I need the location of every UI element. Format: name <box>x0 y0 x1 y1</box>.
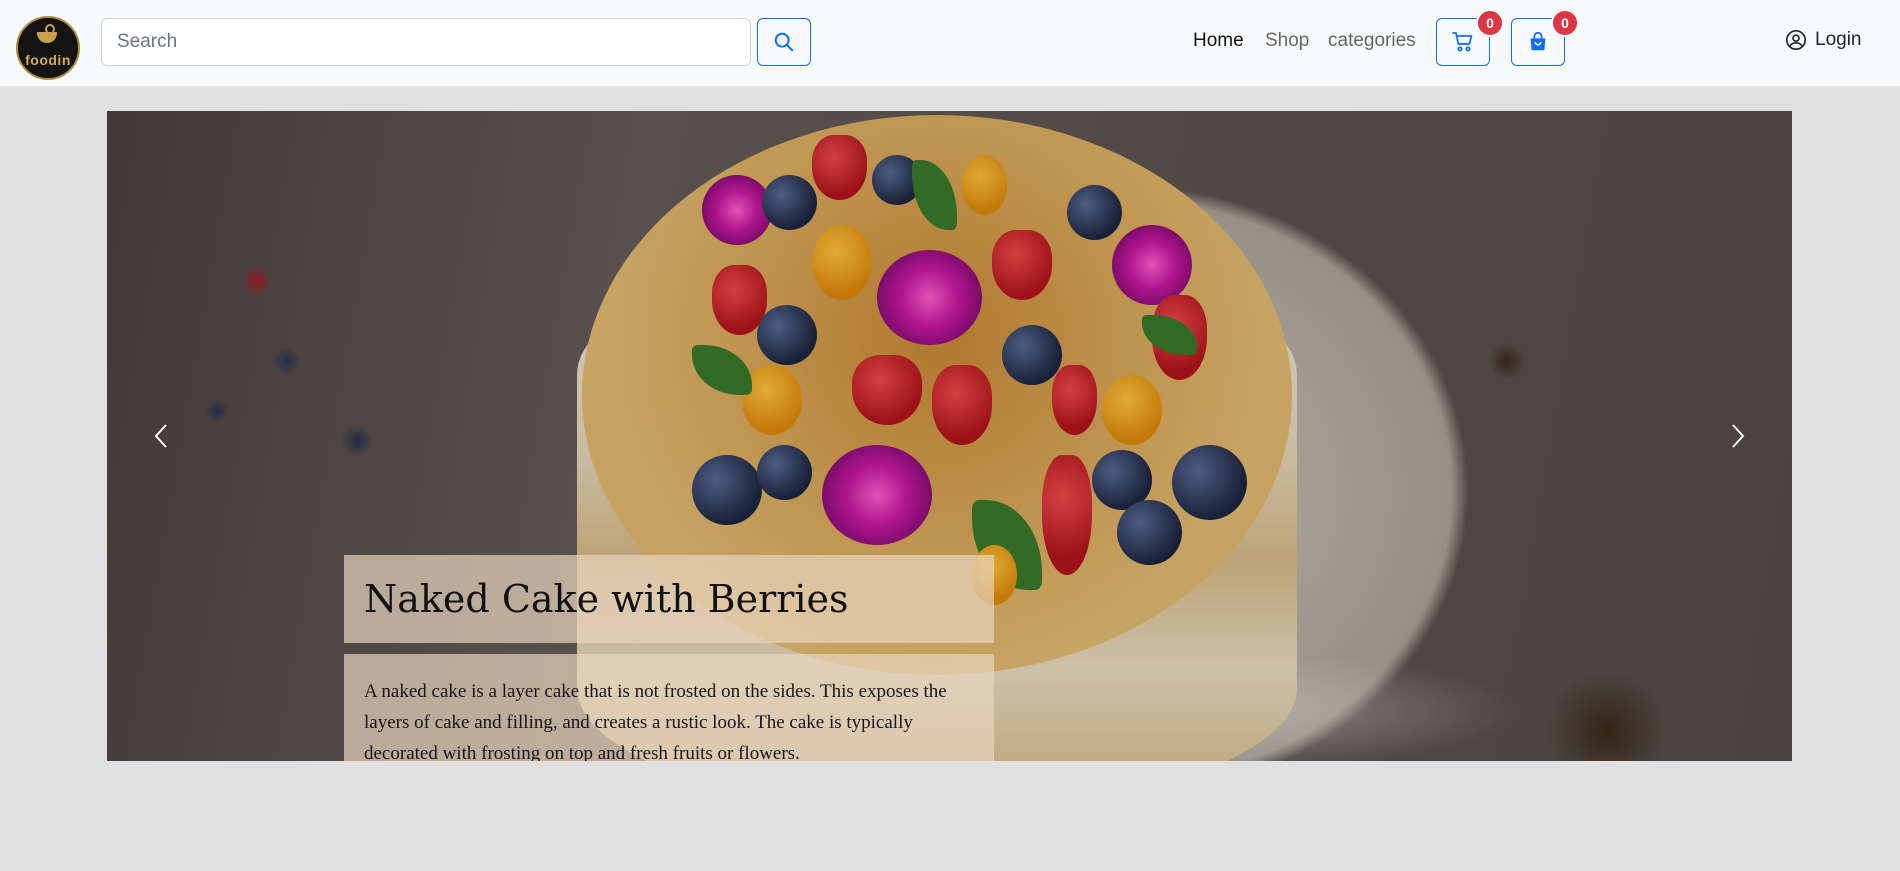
chevron-left-icon <box>154 424 167 448</box>
nav-link-home[interactable]: Home <box>1193 30 1244 52</box>
logo-bowl-icon <box>37 32 57 43</box>
nav-link-shop[interactable]: Shop <box>1265 30 1309 52</box>
search-input[interactable] <box>101 18 751 66</box>
login-link[interactable]: Login <box>1785 29 1862 51</box>
brand-logo[interactable]: foodin <box>16 16 80 80</box>
user-circle-icon <box>1786 30 1806 50</box>
shopping-bag-icon <box>1530 31 1546 51</box>
carousel-caption-text: A naked cake is a layer cake that is not… <box>344 654 994 761</box>
navbar: foodin Home Shop categories 0 0 Login <box>0 0 1900 87</box>
carousel-next-button[interactable] <box>1682 111 1792 761</box>
login-label: Login <box>1815 29 1862 50</box>
chevron-right-icon <box>1732 424 1745 448</box>
hero-carousel: Naked Cake with Berries A naked cake is … <box>107 111 1792 761</box>
carousel-caption-title: Naked Cake with Berries <box>344 555 994 643</box>
cart-icon <box>1452 32 1473 52</box>
carousel-prev-button[interactable] <box>107 111 217 761</box>
cart-count-badge: 0 <box>1476 9 1504 37</box>
cart-button[interactable]: 0 <box>1436 9 1504 66</box>
nav-link-categories[interactable]: categories <box>1328 30 1416 52</box>
orders-button[interactable]: 0 <box>1511 9 1579 66</box>
search-icon <box>774 32 794 52</box>
orders-count-badge: 0 <box>1551 9 1579 37</box>
search-button[interactable] <box>757 18 811 66</box>
logo-text: foodin <box>25 52 71 68</box>
